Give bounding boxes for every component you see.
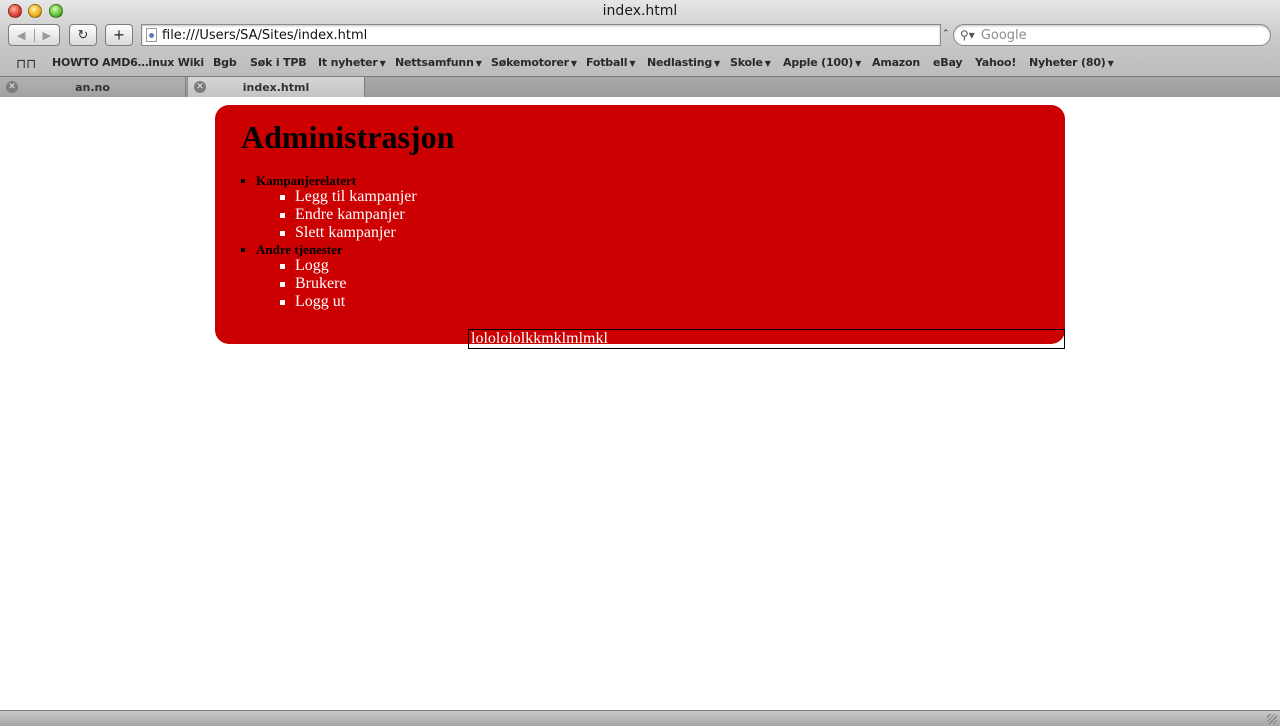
search-icon[interactable]: ⚲▾ <box>960 28 975 42</box>
menu-section-andre-tjenester: Andre tjenester Logg Brukere Logg ut <box>241 242 417 311</box>
bookmark-sok-i-tpb[interactable]: Søk i TPB <box>250 56 308 69</box>
bookmark-sokemotorer[interactable]: Søkemotorer ▼ <box>491 56 577 69</box>
tab-an-no[interactable]: ✕ an.no <box>0 77 186 97</box>
tab-label: an.no <box>75 80 110 94</box>
submenu: Legg til kampanjer Endre kampanjer Slett… <box>241 188 417 242</box>
bookmark-it-nyheter[interactable]: It nyheter ▼ <box>318 56 386 69</box>
bookmarks-book-icon[interactable]: ⊓⊓ <box>16 56 36 72</box>
bookmark-amazon[interactable]: Amazon <box>872 56 922 69</box>
menu-link-slett-kampanjer[interactable]: Slett kampanjer <box>280 224 417 242</box>
section-label: Andre tjenester <box>241 242 417 257</box>
footer-box: lololololkkmklmlmkl <box>468 329 1065 349</box>
menu-link-brukere[interactable]: Brukere <box>280 275 417 293</box>
tab-bar: ✕ an.no ✕ index.html <box>0 76 1280 97</box>
admin-menu: Kampanjerelatert Legg til kampanjer Endr… <box>241 173 417 311</box>
admin-panel: Administrasjon Kampanjerelatert Legg til… <box>215 105 1065 344</box>
bookmark-howto[interactable]: HOWTO AMD6…inux Wiki <box>52 56 206 69</box>
back-button[interactable]: ◀ <box>9 29 34 42</box>
address-input[interactable]: file:///Users/SA/Sites/index.html <box>162 28 367 43</box>
add-bookmark-button[interactable]: + <box>105 24 133 46</box>
reload-icon: ↻ <box>77 27 89 42</box>
back-forward-group: ◀ ▶ <box>8 24 60 46</box>
submenu: Logg Brukere Logg ut <box>241 257 417 311</box>
menu-link-logg-ut[interactable]: Logg ut <box>280 293 417 311</box>
address-bar[interactable]: file:///Users/SA/Sites/index.html <box>141 24 941 46</box>
page-favicon-icon <box>146 28 157 42</box>
plus-icon: + <box>113 24 125 45</box>
reload-button[interactable]: ↻ <box>69 24 97 46</box>
menu-link-legg-til-kampanjer[interactable]: Legg til kampanjer <box>280 188 417 206</box>
bookmark-nettsamfunn[interactable]: Nettsamfunn ▼ <box>395 56 482 69</box>
toolbar: ◀ ▶ ↻ + file:///Users/SA/Sites/index.htm… <box>0 22 1280 52</box>
menu-link-logg[interactable]: Logg <box>280 257 417 275</box>
tab-close-icon[interactable]: ✕ <box>194 81 206 93</box>
forward-button[interactable]: ▶ <box>33 28 60 42</box>
tab-index-html[interactable]: ✕ index.html <box>187 77 365 97</box>
resize-grip-icon[interactable] <box>1267 714 1277 724</box>
status-bar <box>0 710 1280 726</box>
window-title: index.html <box>602 3 678 19</box>
title-bar: index.html <box>0 0 1280 22</box>
bookmark-bgb[interactable]: Bgb <box>213 56 239 69</box>
bookmark-yahoo[interactable]: Yahoo! <box>975 56 1018 69</box>
bookmark-nedlasting[interactable]: Nedlasting ▼ <box>647 56 720 69</box>
menu-link-endre-kampanjer[interactable]: Endre kampanjer <box>280 206 417 224</box>
tab-close-icon[interactable]: ✕ <box>6 81 18 93</box>
search-field[interactable]: ⚲▾ Google <box>953 24 1271 46</box>
bookmark-fotball[interactable]: Fotball ▼ <box>586 56 635 69</box>
section-label: Kampanjerelatert <box>241 173 417 188</box>
bookmark-nyheter[interactable]: Nyheter (80) ▼ <box>1029 56 1114 69</box>
bookmark-ebay[interactable]: eBay <box>933 56 964 69</box>
page-title: Administrasjon <box>241 119 455 155</box>
tab-label: index.html <box>242 80 310 94</box>
bookmarks-bar: ⊓⊓ HOWTO AMD6…inux Wiki Bgb Søk i TPB It… <box>0 53 1280 74</box>
bookmark-skole[interactable]: Skole ▼ <box>730 56 771 69</box>
bookmark-apple[interactable]: Apple (100) ▼ <box>783 56 861 69</box>
browser-chrome: index.html ◀ ▶ ↻ + file:///Users/SA/Site… <box>0 0 1280 97</box>
menu-section-kampanjerelatert: Kampanjerelatert Legg til kampanjer Endr… <box>241 173 417 242</box>
search-input[interactable]: Google <box>981 28 1027 43</box>
address-history-caret-icon[interactable]: ⌃ <box>942 28 950 39</box>
footer-text: lololololkkmklmlmkl <box>471 330 608 347</box>
